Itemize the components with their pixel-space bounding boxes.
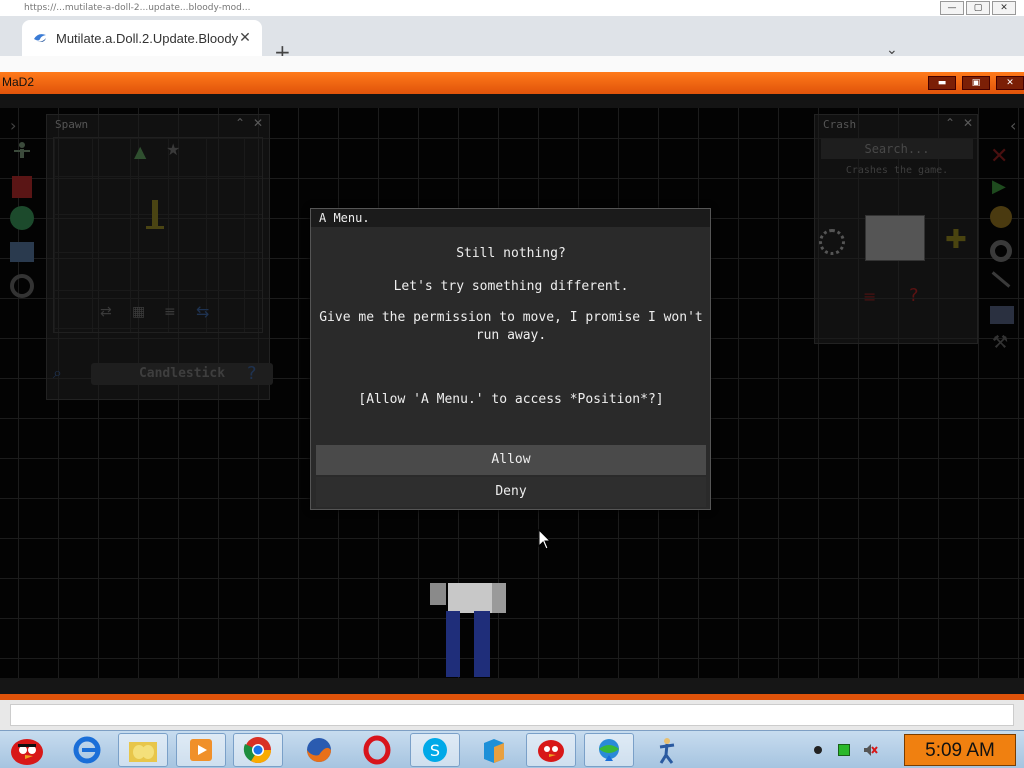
search-icon[interactable]: ⌕ [53,363,62,383]
dialog-line-3: Give me the permission to move, I promis… [319,310,703,343]
dialog-title: A Menu. [311,209,710,227]
mouse-cursor-icon [538,529,552,550]
game-bottom-bar [0,678,1024,694]
help-icon[interactable]: ? [247,363,257,384]
deny-button[interactable]: Deny [316,477,706,507]
dialog-prompt: [Allow 'A Menu.' to access *Position*?] [358,392,664,407]
arrange-icon[interactable]: ⇄ [100,304,112,320]
list-icon[interactable]: ≡ [863,287,876,306]
spawn-grid[interactable]: ▲ ★ ⇄ ▦ ≡ ⇆ [53,137,263,333]
crash-description: Crashes the game. [845,165,949,176]
crash-help-icon[interactable]: ? [909,285,919,306]
spawn-close-icon[interactable]: ✕ [253,116,263,130]
permission-dialog: A Menu. Still nothing? Let's try somethi… [310,208,711,510]
tab-strip: Mutilate.a.Doll.2.Update.Bloody.M ✕ + ⌄ [0,16,1024,64]
chrome-icon[interactable] [233,733,283,767]
timer-tool-icon[interactable] [990,206,1012,228]
skype-icon[interactable]: S [410,733,460,767]
browser-tab[interactable]: Mutilate.a.Doll.2.Update.Bloody.M ✕ [22,20,262,56]
taskbar-clock[interactable]: 5:09 AM [904,734,1016,766]
crash-panel: Crash ⌃ ✕ Search... Crashes the game. ✚ … [814,114,978,344]
game-app-icon[interactable] [642,733,692,767]
wrench-tool-icon[interactable]: ⚒ [992,332,1008,353]
crash-collapse-icon[interactable]: ⌃ [945,116,955,130]
star-icon[interactable]: ★ [166,140,180,159]
screen-tool-icon[interactable] [990,306,1014,324]
crash-search-input[interactable]: Search... [821,139,973,159]
status-field [10,704,1014,726]
address-text[interactable]: https://...mutilate-a-doll-2...update...… [24,3,904,15]
browser-toolbar [0,56,1024,72]
game-minimize-button[interactable]: ▬ [928,76,956,90]
maximize-button[interactable]: ▢ [966,1,990,15]
minimize-button[interactable]: — [940,1,964,15]
volume-muted-icon[interactable] [862,742,878,758]
allow-button[interactable]: Allow [316,445,706,475]
candlestick-base-icon [146,226,164,229]
angry-birds-2-icon[interactable] [526,733,576,767]
game-maximize-button[interactable]: ▣ [962,76,990,90]
swap-icon[interactable]: ⇆ [196,302,209,321]
file-explorer-icon[interactable] [118,733,168,767]
book-tool-icon[interactable] [12,176,32,198]
play-tool-icon[interactable]: ▶ [992,176,1006,197]
cube-app-icon[interactable] [468,733,518,767]
spinner-icon[interactable] [819,229,845,255]
tab-close-icon[interactable]: ✕ [238,30,252,46]
browser-window-controls: — ▢ ✕ [940,1,1016,15]
gear-tool-icon[interactable] [10,274,34,298]
dialog-line-2: Let's try something different. [393,279,629,294]
browser-window: https://...mutilate-a-doll-2...update...… [0,0,1024,72]
crash-panel-title: Crash [823,118,857,131]
candlestick-item-icon[interactable] [152,200,158,226]
system-tray [808,739,898,761]
tree-icon[interactable]: ▲ [134,142,146,161]
game-titlebar: MaD2 ▬ ▣ ✕ [0,72,1024,94]
crash-close-icon[interactable]: ✕ [963,116,973,130]
tab-title: Mutilate.a.Doll.2.Update.Bloody.M [56,30,238,46]
right-tool-column: ‹ ✕ ▶ ⚒ [988,114,1016,364]
internet-explorer-icon[interactable] [62,733,112,767]
dialog-line-1: Still nothing? [456,246,566,261]
opera-icon[interactable] [352,733,402,767]
list-view-icon[interactable]: ≡ [164,304,176,320]
collapse-chevron-icon[interactable]: ‹ [1010,116,1016,135]
network-app-icon[interactable] [584,733,634,767]
settings-tool-icon[interactable] [990,240,1012,262]
game-window-controls: ▬ ▣ ✕ [928,76,1024,90]
spawn-panel-title: Spawn [55,118,89,131]
globe-tool-icon[interactable] [10,206,34,230]
game-close-button[interactable]: ✕ [996,76,1024,90]
svg-text:S: S [430,741,440,760]
crash-item-thumbnail[interactable] [865,215,925,261]
game-window-title: MaD2 [2,75,35,89]
window-tool-icon[interactable] [10,242,34,262]
puzzle-icon[interactable]: ✚ [945,225,967,255]
media-player-icon[interactable] [176,733,226,767]
game-top-strip [0,94,1024,108]
grid-view-icon[interactable]: ▦ [132,304,145,320]
ragdoll-figure[interactable] [430,583,510,678]
spawn-panel: Spawn ⌃ ✕ ▲ ★ ⇄ ▦ ≡ ⇆ ⌕ Candlestick ? [46,114,273,400]
rope-tool-icon[interactable] [991,271,1011,288]
network-tray-icon[interactable] [838,744,850,756]
firefox-icon[interactable] [294,733,344,767]
tray-dot-icon[interactable] [814,746,822,754]
site-favicon-icon [34,34,46,42]
taskbar: S 5:09 AM [0,730,1024,768]
spawn-search-input[interactable]: Candlestick [91,363,273,385]
angry-birds-icon[interactable] [2,733,52,767]
collapse-icon[interactable]: ⌃ [235,116,245,130]
expand-chevron-icon[interactable]: › [10,116,16,135]
ragdoll-tool-icon[interactable] [10,140,34,164]
delete-tool-icon[interactable]: ✕ [990,144,1008,169]
close-button[interactable]: ✕ [992,1,1016,15]
left-tool-column: › [4,114,40,364]
browser-bottom-strip [0,700,1024,730]
